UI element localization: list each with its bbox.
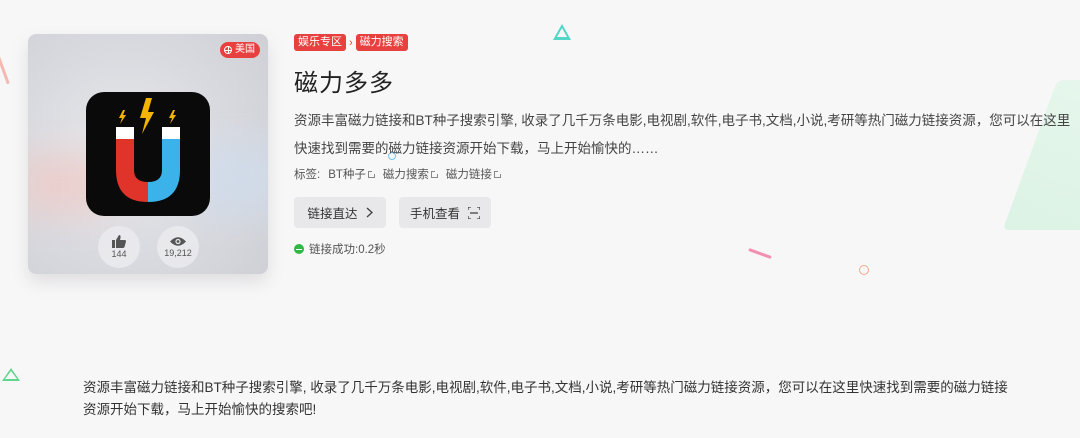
success-icon — [294, 244, 304, 254]
eye-icon — [170, 237, 186, 246]
mobile-view-button[interactable]: 手机查看 — [399, 197, 491, 228]
site-card: 美国 144 19,212 — [28, 34, 268, 274]
site-logo[interactable] — [86, 92, 210, 216]
external-link-icon — [493, 169, 502, 178]
subcategory-tag[interactable]: 磁力搜索 — [355, 34, 408, 51]
page-title: 磁力多多 — [294, 70, 394, 97]
tag-list: 标签: BT种子 磁力搜索 磁力链接 — [294, 166, 502, 182]
decorative-triangle — [2, 368, 20, 381]
external-link-icon — [367, 169, 376, 178]
decorative-line — [748, 247, 772, 260]
site-description: 资源丰富磁力链接和BT种子搜索引擎, 收录了几千万条电影,电视剧,软件,电子书,… — [294, 113, 1071, 156]
views-counter: 19,212 — [157, 226, 199, 268]
region-badge: 美国 — [220, 42, 260, 58]
tags-label: 标签: — [294, 169, 321, 181]
direct-link-label: 链接直达 — [307, 207, 358, 221]
views-count: 19,212 — [164, 248, 192, 258]
scan-icon — [468, 206, 480, 219]
thumbs-up-icon — [112, 235, 126, 248]
tag-link[interactable]: BT种子 — [328, 166, 376, 182]
region-label: 美国 — [235, 44, 255, 55]
direct-link-button[interactable]: 链接直达 — [294, 197, 386, 228]
external-link-icon — [430, 169, 439, 178]
link-status: 链接成功:0.2秒 — [294, 241, 386, 257]
decorative-triangle — [553, 24, 571, 40]
decorative-ring — [859, 265, 869, 275]
chevron-right-icon: › — [349, 36, 353, 49]
decorative-stripe — [0, 45, 10, 85]
chevron-right-icon — [366, 207, 373, 218]
tag-link[interactable]: 磁力链接 — [446, 166, 502, 182]
category-tag[interactable]: 娱乐专区 — [294, 34, 346, 51]
magnet-icon — [116, 98, 180, 202]
tag-link[interactable]: 磁力搜索 — [383, 166, 439, 182]
likes-button[interactable]: 144 — [98, 226, 140, 268]
mobile-view-label: 手机查看 — [409, 207, 460, 221]
likes-count: 144 — [111, 249, 127, 259]
breadcrumb: 娱乐专区 › 磁力搜索 — [294, 34, 408, 51]
globe-icon — [224, 46, 232, 54]
full-description: 资源丰富磁力链接和BT种子搜索引擎, 收录了几千万条电影,电视剧,软件,电子书,… — [83, 380, 1008, 417]
status-text: 链接成功:0.2秒 — [309, 244, 386, 256]
